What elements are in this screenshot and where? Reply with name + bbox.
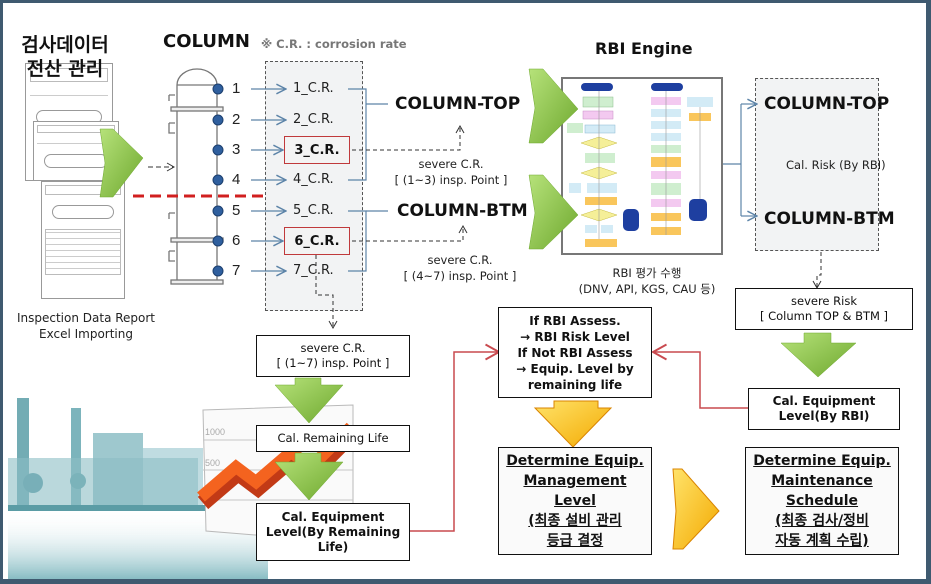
cr-label-4: 4_C.R. (293, 172, 334, 187)
btm-severe-note: severe C.R. [ (4~7) insp. Point ] (403, 253, 517, 283)
top-severe-note: severe C.R. [ (1~3) insp. Point ] (394, 157, 508, 187)
inspection-sheet-3 (41, 181, 125, 299)
risk-panel-top-label: COLUMN-TOP (764, 94, 890, 114)
equip-level-rbi-box: Cal. Equipment Level(By RBI) (748, 388, 900, 430)
equip-level-remaining-life-box: Cal. Equipment Level(By Remaining Life) (256, 503, 410, 561)
inspection-sheet-2 (33, 121, 119, 181)
remaining-life-box: Cal. Remaining Life (256, 425, 410, 452)
rbi-flowchart-graphic (567, 83, 713, 247)
column-title: COLUMN (163, 31, 250, 52)
inspection-point-dots (212, 83, 224, 277)
column-btm-label: COLUMN-BTM (397, 201, 528, 221)
left-panel-caption: Inspection Data Report Excel Importing (16, 311, 156, 341)
cr-label-7: 7_C.R. (293, 263, 334, 278)
cr-label-2: 2_C.R. (293, 112, 334, 127)
rbi-flowchart-image (561, 77, 723, 255)
decision-box: If RBI Assess. → RBI Risk Level If Not R… (498, 307, 652, 398)
severe-cr-all-box: severe C.R. [ (1~7) insp. Point ] (256, 335, 410, 377)
column-vessel-icon (168, 68, 224, 285)
management-level-box: Determine Equip. Management Level (최종 설비… (498, 447, 652, 555)
maintenance-schedule-box: Determine Equip. Maintenance Schedule (최… (745, 447, 899, 555)
cr-label-1: 1_C.R. (293, 81, 334, 96)
point-number-1: 1 (232, 80, 241, 97)
point-number-5: 5 (232, 202, 241, 219)
chart-tick-1000: 1000 (205, 427, 226, 437)
risk-panel-btm-label: COLUMN-BTM (764, 209, 895, 229)
severe-risk-box: severe Risk [ Column TOP & BTM ] (735, 288, 913, 330)
left-panel-title: 검사데이터 전산 관리 (21, 34, 109, 80)
rbi-engine-caption: RBI 평가 수행 (DNV, API, KGS, CAU 등) (578, 266, 716, 296)
point-number-2: 2 (232, 111, 241, 128)
point-number-3: 3 (232, 141, 241, 158)
corrosion-rate-note: ※ C.R. : corrosion rate (261, 37, 407, 51)
point-number-4: 4 (232, 171, 241, 188)
cr-label-5: 5_C.R. (293, 203, 334, 218)
point-number-6: 6 (232, 232, 241, 249)
green-down-arrow-1 (274, 377, 344, 424)
point-number-7: 7 (232, 262, 241, 279)
chart-tick-500: 500 (205, 458, 221, 468)
cr-label-6-highlighted: 6_C.R. (284, 227, 350, 255)
green-down-arrow-2 (274, 452, 344, 501)
risk-panel-middle-label: Cal. Risk (By RBI) (786, 158, 886, 172)
rbi-engine-title: RBI Engine (595, 39, 693, 58)
cr-label-3-highlighted: 3_C.R. (284, 136, 350, 164)
diagram-canvas: 1000 500 검사데이터 전산 관리 Inspection Data Rep… (0, 0, 931, 584)
yellow-right-arrow (672, 468, 720, 550)
column-top-label: COLUMN-TOP (395, 94, 521, 114)
yellow-down-arrow (533, 400, 613, 448)
green-down-arrow-3 (780, 332, 857, 378)
